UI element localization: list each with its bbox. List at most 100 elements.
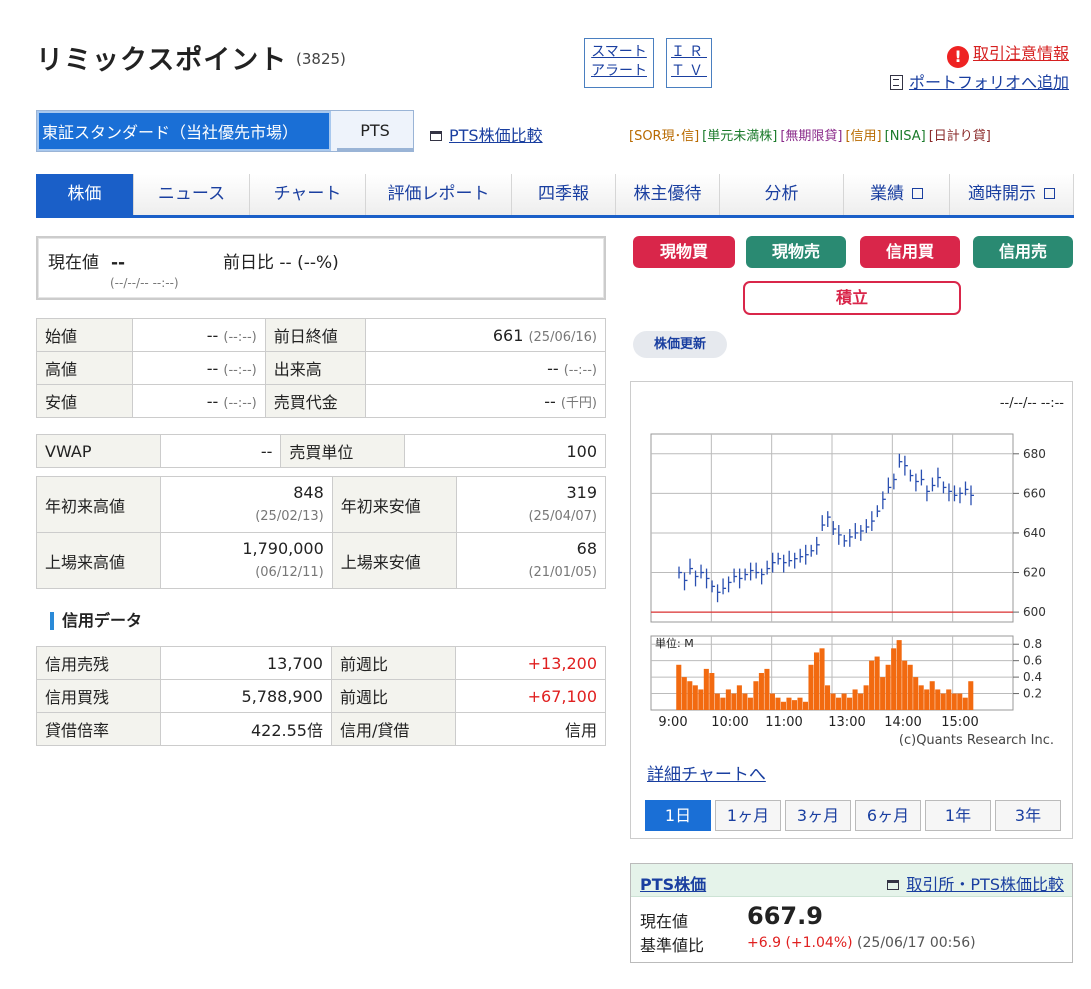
volume-bar <box>742 693 748 710</box>
exchange-pts-compare-link[interactable]: 取引所・PTS株価比較 <box>887 871 1064 895</box>
detail-chart-link[interactable]: 詳細チャートへ <box>647 760 766 785</box>
volume-bar <box>962 697 968 710</box>
price-tick-label: 680 <box>1023 447 1046 461</box>
market-tab-tse[interactable]: 東証スタンダード（当社優先市場） <box>37 111 331 151</box>
x-tick-label: 9:00 <box>658 715 687 730</box>
refresh-price-button[interactable]: 株価更新 <box>633 331 727 358</box>
pts-current-label: 現在値 <box>640 912 689 931</box>
volume-bar <box>714 693 720 710</box>
credit-type-label: 信用/貸借 <box>330 712 456 746</box>
nav-tab-label: 評価レポート <box>387 184 490 204</box>
volume-tick-label: 0.2 <box>1023 687 1042 701</box>
nav-tab-2[interactable]: チャート <box>250 174 366 215</box>
listing-high-label: 上場来高値 <box>36 532 161 589</box>
pts-title-link[interactable]: PTS株価 <box>640 871 706 895</box>
listing-low-label: 上場来安値 <box>331 532 457 589</box>
volume-label: 出来高 <box>264 351 366 385</box>
margin-buy-button[interactable]: 信用買 <box>860 236 960 268</box>
listing-high-value: 1,790,000 (06/12/11) <box>160 532 333 589</box>
high-label: 高値 <box>36 351 133 385</box>
period-button[interactable]: 6ヶ月 <box>855 800 921 831</box>
nav-tab-5[interactable]: 株主優待 <box>616 174 720 215</box>
volume-bar <box>819 648 825 710</box>
volume-bar <box>709 673 715 710</box>
volume-tick-label: 0.6 <box>1023 654 1042 668</box>
volume-bar <box>847 697 853 710</box>
nav-tab-label: チャート <box>273 184 342 204</box>
period-button[interactable]: 1年 <box>925 800 991 831</box>
trade-tag: [日計り貸] <box>928 129 991 144</box>
unit-value: 100 <box>404 434 606 468</box>
trading-caution-link[interactable]: ! 取引注意情報 <box>946 40 1069 68</box>
open-label: 始値 <box>36 318 133 352</box>
nav-tab-label: 四季報 <box>538 184 589 204</box>
year-low-value: 319 (25/04/07) <box>455 476 607 533</box>
smart-alert-button[interactable]: スマート アラート <box>584 38 654 88</box>
volume-bar <box>874 656 880 710</box>
market-selector: 東証スタンダード（当社優先市場） PTS <box>36 110 414 152</box>
volume-bar <box>924 689 930 710</box>
pts-diff-pct: (+1.04%) <box>785 935 853 951</box>
volume-bar <box>676 664 682 710</box>
volume-bar <box>852 689 858 710</box>
period-button[interactable]: 1日 <box>645 800 711 831</box>
smart-alert-label-2: アラート <box>591 63 647 79</box>
nav-tab-3[interactable]: 評価レポート <box>366 174 512 215</box>
volume-bar <box>896 640 902 710</box>
main-nav: 株価 ニュース チャート 評価レポート 四季報 株主優待 分析 業績 適時開示 <box>36 174 1074 218</box>
volume-bar <box>681 677 687 710</box>
volume-bar <box>836 697 842 710</box>
table-row: 年初来高値 848 (25/02/13) 年初来安値 319 (25/04/07) <box>36 476 607 533</box>
nav-tab-7[interactable]: 業績 <box>844 174 950 215</box>
nav-tab-label: 適時開示 <box>968 184 1036 204</box>
nav-tab-8[interactable]: 適時開示 <box>950 174 1074 215</box>
volume-bar <box>802 701 809 710</box>
market-tab-pts[interactable]: PTS <box>337 111 413 151</box>
year-high-label: 年初来高値 <box>36 476 161 533</box>
period-button[interactable]: 3ヶ月 <box>785 800 851 831</box>
pts-current-value: 667.9 <box>747 902 823 930</box>
vwap-label: VWAP <box>36 434 161 468</box>
nav-tab-1[interactable]: ニュース <box>134 174 250 215</box>
volume-bar <box>786 697 792 710</box>
credit-sell-label: 信用売残 <box>36 646 161 680</box>
nav-tab-label: 業績 <box>870 184 904 204</box>
volume-bar <box>808 664 814 710</box>
volume-bar <box>858 693 864 710</box>
table-row: 信用売残 13,700 前週比 +13,200 <box>36 646 607 680</box>
volume-bar <box>913 677 919 710</box>
period-button[interactable]: 1ヶ月 <box>715 800 781 831</box>
low-label: 安値 <box>36 384 133 418</box>
window-icon <box>887 880 900 890</box>
volume-bar <box>946 689 952 710</box>
table-row: 貸借倍率 422.55倍 信用/貸借 信用 <box>36 712 607 746</box>
margin-sell-button[interactable]: 信用売 <box>973 236 1073 268</box>
unit-label: 売買単位 <box>280 434 406 468</box>
period-button[interactable]: 3年 <box>995 800 1061 831</box>
lending-ratio-label: 貸借倍率 <box>36 712 161 746</box>
exchange-pts-compare-label: 取引所・PTS株価比較 <box>906 875 1064 894</box>
ir-tv-button[interactable]: ＩＲ ＴＶ <box>666 38 712 88</box>
volume-bar <box>940 693 946 710</box>
volume-bar <box>918 685 924 710</box>
amount-value: -- (千円) <box>364 384 607 418</box>
current-label: 現在値 <box>48 253 99 273</box>
volume-bar <box>813 652 820 710</box>
chart-date: --/--/-- --:-- <box>999 396 1064 411</box>
volume-bar <box>841 693 847 710</box>
volume-bar <box>703 668 709 710</box>
accumulate-button[interactable]: 積立 <box>743 281 961 315</box>
warning-icon: ! <box>946 46 969 68</box>
volume-tick-label: 0.8 <box>1023 637 1042 651</box>
nav-tab-0[interactable]: 株価 <box>36 174 134 215</box>
cash-buy-button[interactable]: 現物買 <box>633 236 735 268</box>
pts-compare-link[interactable]: PTS株価比較 <box>430 122 543 146</box>
nav-tab-4[interactable]: 四季報 <box>512 174 616 215</box>
add-portfolio-link[interactable]: ポートフォリオへ追加 <box>889 69 1069 93</box>
amount-label: 売買代金 <box>264 384 366 418</box>
trade-tag: [単元未満株] <box>702 129 778 144</box>
volume-bar <box>957 693 963 710</box>
cash-sell-button[interactable]: 現物売 <box>746 236 846 268</box>
nav-tab-6[interactable]: 分析 <box>720 174 844 215</box>
volume-bar <box>698 689 704 710</box>
